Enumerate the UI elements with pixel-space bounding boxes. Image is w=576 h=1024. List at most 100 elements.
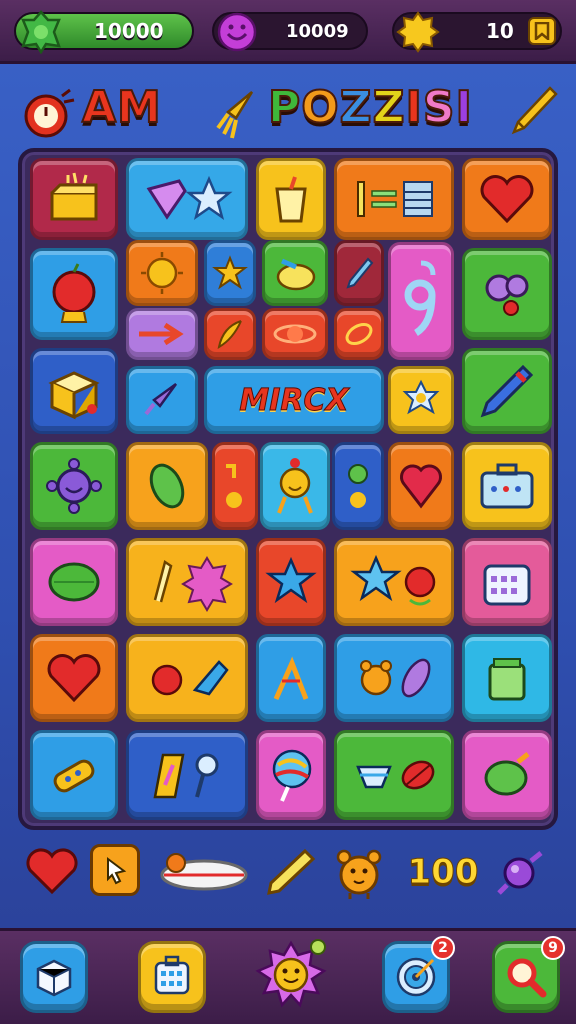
star-and-apple-icon	[350, 554, 436, 606]
nav-search-button[interactable]: 9	[492, 936, 565, 1013]
tile-pickle[interactable]	[126, 442, 208, 530]
tile-leaf[interactable]	[334, 308, 384, 360]
tile-cup[interactable]	[256, 158, 326, 240]
tile-heart-red[interactable]	[388, 442, 454, 530]
tile-panel-right[interactable]	[332, 442, 384, 530]
tile-apple[interactable]	[30, 248, 118, 340]
tile-blue-star[interactable]	[256, 538, 326, 626]
tile-sun[interactable]	[126, 240, 198, 306]
tile-case[interactable]	[462, 442, 552, 530]
tile-bandage[interactable]	[30, 730, 118, 820]
bandage-icon	[53, 759, 95, 793]
equals-list-icon	[357, 181, 433, 217]
tile-lollipop[interactable]	[256, 730, 326, 820]
tile-bear-feather[interactable]	[334, 634, 454, 722]
tile-slingshot[interactable]	[256, 634, 326, 722]
shield-and-star-icon	[146, 175, 233, 220]
nav-target-button[interactable]: 2	[382, 936, 455, 1013]
tile-green-leaf[interactable]	[30, 538, 118, 626]
title-letter: Z	[339, 81, 373, 134]
tile-sun-buddy[interactable]	[260, 442, 330, 530]
gift-box-icon	[48, 371, 100, 420]
add-coins-button[interactable]	[528, 17, 556, 45]
special-word-label: MIRCX	[239, 382, 349, 418]
tile-card-mirror[interactable]	[126, 730, 248, 820]
top-and-leaf-icon	[356, 760, 435, 790]
tile-treasure-box[interactable]	[30, 158, 118, 240]
tile-cup-leaf[interactable]	[334, 730, 454, 820]
gold-star-coin-icon	[396, 11, 440, 53]
treasure-box-icon	[50, 172, 98, 221]
puzzle-board: MIRCX	[18, 148, 558, 830]
tray-heart[interactable]	[24, 844, 80, 900]
coins-counter[interactable]: 10	[392, 11, 562, 53]
tile-arrow[interactable]	[126, 308, 198, 360]
white-box-icon	[36, 959, 72, 997]
tile-flower[interactable]	[388, 366, 454, 434]
yellow-shapes-icon	[226, 464, 242, 508]
pencil-icon	[511, 86, 558, 135]
tile-number-sun[interactable]	[126, 538, 248, 626]
tray-bear[interactable]	[330, 844, 388, 902]
tile-lime[interactable]	[462, 730, 552, 820]
calendar-icon	[154, 955, 190, 995]
nav-search-badge: 9	[541, 936, 565, 960]
tile-jar[interactable]	[462, 634, 552, 722]
cursor-icon	[107, 857, 127, 885]
tray-cursor[interactable]	[90, 844, 140, 896]
jar-icon	[488, 658, 526, 701]
title-banner: AM POZZISI	[0, 76, 576, 146]
tile-rocket[interactable]	[126, 366, 198, 434]
rocket-icon	[144, 382, 178, 416]
heart-icon	[47, 654, 101, 703]
tile-gift-box[interactable]	[30, 348, 118, 434]
tile-pen-small[interactable]	[334, 240, 384, 306]
tile-feather[interactable]	[204, 308, 256, 360]
resource-bar: 10000 10009 10	[0, 0, 576, 64]
title-word-1: AM	[81, 81, 162, 134]
smiling-sun-character-icon	[277, 458, 313, 514]
title-letter: S	[422, 81, 456, 134]
tile-alien[interactable]	[462, 248, 552, 340]
tile-planet[interactable]	[262, 308, 328, 360]
gear-creature-icon	[46, 458, 102, 514]
search-icon	[507, 958, 547, 998]
item-tray: 100	[0, 836, 576, 906]
tray-plate[interactable]	[158, 844, 250, 896]
tile-heart[interactable]	[462, 158, 552, 240]
tray-crayon[interactable]	[262, 844, 318, 900]
gems-counter[interactable]: 10000	[14, 10, 194, 54]
tile-heart-2[interactable]	[30, 634, 118, 722]
tile-special-word[interactable]: MIRCX	[204, 366, 384, 434]
candy-icon	[497, 851, 543, 895]
nav-calendar-button[interactable]	[138, 941, 206, 1013]
tile-shape-star[interactable]	[126, 158, 248, 240]
nav-sun-button[interactable]	[254, 939, 328, 1013]
pen-icon	[346, 257, 374, 289]
nav-box-button[interactable]	[20, 941, 88, 1013]
lime-icon	[484, 752, 530, 796]
title-letter: Z	[372, 81, 406, 134]
pickle-icon	[149, 463, 185, 509]
tile-crayon[interactable]	[462, 348, 552, 434]
tray-candy[interactable]	[494, 844, 546, 900]
target-icon	[396, 957, 436, 997]
tile-equals-list[interactable]	[334, 158, 454, 240]
lemon-icon	[276, 258, 316, 291]
alien-icon	[485, 274, 529, 316]
tile-lemon[interactable]	[262, 240, 328, 306]
tile-small-star[interactable]	[204, 240, 256, 306]
tile-apple-shoe[interactable]	[126, 634, 248, 722]
sun-icon	[141, 252, 183, 294]
tile-calendar[interactable]	[462, 538, 552, 626]
green-leaf-icon	[48, 562, 100, 602]
tile-virus[interactable]	[30, 442, 118, 530]
tile-number-nine[interactable]	[388, 242, 454, 360]
tile-star-apple[interactable]	[334, 538, 454, 626]
lollipop-icon	[272, 749, 312, 802]
crayon-icon	[267, 848, 316, 895]
feather-icon	[217, 320, 242, 349]
crayon-icon	[480, 364, 534, 418]
lives-counter[interactable]: 10009	[212, 12, 368, 52]
tile-panel-left[interactable]	[212, 442, 258, 530]
